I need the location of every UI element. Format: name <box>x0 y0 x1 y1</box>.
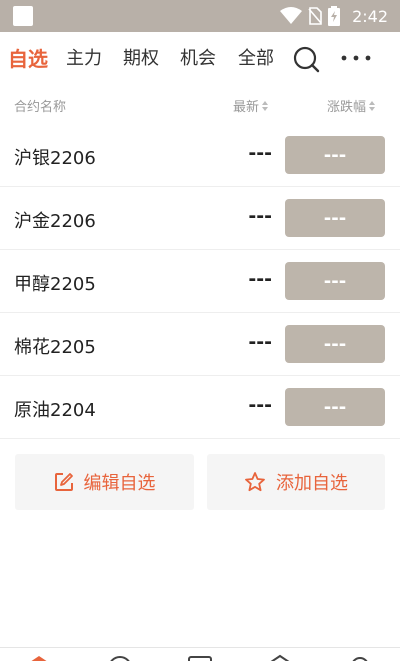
bottom-nav <box>0 647 400 661</box>
table-row[interactable]: 甲醇2205 --- --- <box>0 250 400 313</box>
table-row[interactable]: 棉花2205 --- --- <box>0 313 400 376</box>
contract-name: 原油2204 <box>14 400 96 421</box>
sort-icon <box>262 100 269 111</box>
last-price: --- <box>248 394 272 416</box>
quote-icon[interactable] <box>107 654 133 661</box>
table-row[interactable]: 原油2204 --- --- <box>0 376 400 439</box>
add-watchlist-label: 添加自选 <box>276 473 348 494</box>
table-row[interactable]: 沪银2206 --- --- <box>0 124 400 187</box>
tab-watchlist[interactable]: 自选 <box>8 43 48 72</box>
tab-main[interactable]: 主力 <box>66 44 102 70</box>
home-icon[interactable] <box>26 654 52 661</box>
search-icon[interactable] <box>292 45 320 73</box>
sort-icon <box>369 100 376 111</box>
tab-options[interactable]: 期权 <box>123 44 159 70</box>
change-badge[interactable]: --- <box>285 199 385 237</box>
tab-opportunities[interactable]: 机会 <box>180 44 216 70</box>
trade-icon[interactable] <box>187 654 213 661</box>
change-badge[interactable]: --- <box>285 325 385 363</box>
wifi-icon <box>280 7 303 24</box>
header-name: 合约名称 <box>14 100 67 115</box>
change-badge[interactable]: --- <box>285 136 385 174</box>
last-price: --- <box>248 331 272 353</box>
add-watchlist-button[interactable]: 添加自选 <box>207 454 385 510</box>
edit-icon <box>54 473 73 491</box>
profile-icon[interactable] <box>347 654 373 661</box>
header-last[interactable]: 最新 <box>233 96 269 115</box>
clock: 2:42 <box>352 6 388 26</box>
change-badge[interactable]: --- <box>285 262 385 300</box>
last-price: --- <box>248 142 272 164</box>
no-sim-icon <box>308 7 322 25</box>
table-header: 合约名称 最新 涨跌幅 <box>0 88 400 120</box>
header-change[interactable]: 涨跌幅 <box>327 96 376 115</box>
edit-watchlist-label: 编辑自选 <box>83 473 156 494</box>
notification-icon <box>13 6 33 26</box>
star-icon <box>245 472 265 492</box>
battery-charging-icon <box>328 6 341 26</box>
tab-bar: 自选 主力 期权 机会 全部 <box>0 32 400 84</box>
more-icon[interactable] <box>340 44 372 72</box>
last-price: --- <box>248 205 272 227</box>
last-price: --- <box>248 268 272 290</box>
account-icon[interactable] <box>267 654 293 661</box>
status-bar: 2:42 <box>0 0 400 32</box>
contract-name: 棉花2205 <box>14 337 96 358</box>
tab-all[interactable]: 全部 <box>238 44 274 70</box>
change-badge[interactable]: --- <box>285 388 385 426</box>
contract-name: 甲醇2205 <box>14 274 96 295</box>
table-row[interactable]: 沪金2206 --- --- <box>0 187 400 250</box>
contract-name: 沪银2206 <box>14 148 96 169</box>
edit-watchlist-button[interactable]: 编辑自选 <box>15 454 194 510</box>
contract-name: 沪金2206 <box>14 211 96 232</box>
